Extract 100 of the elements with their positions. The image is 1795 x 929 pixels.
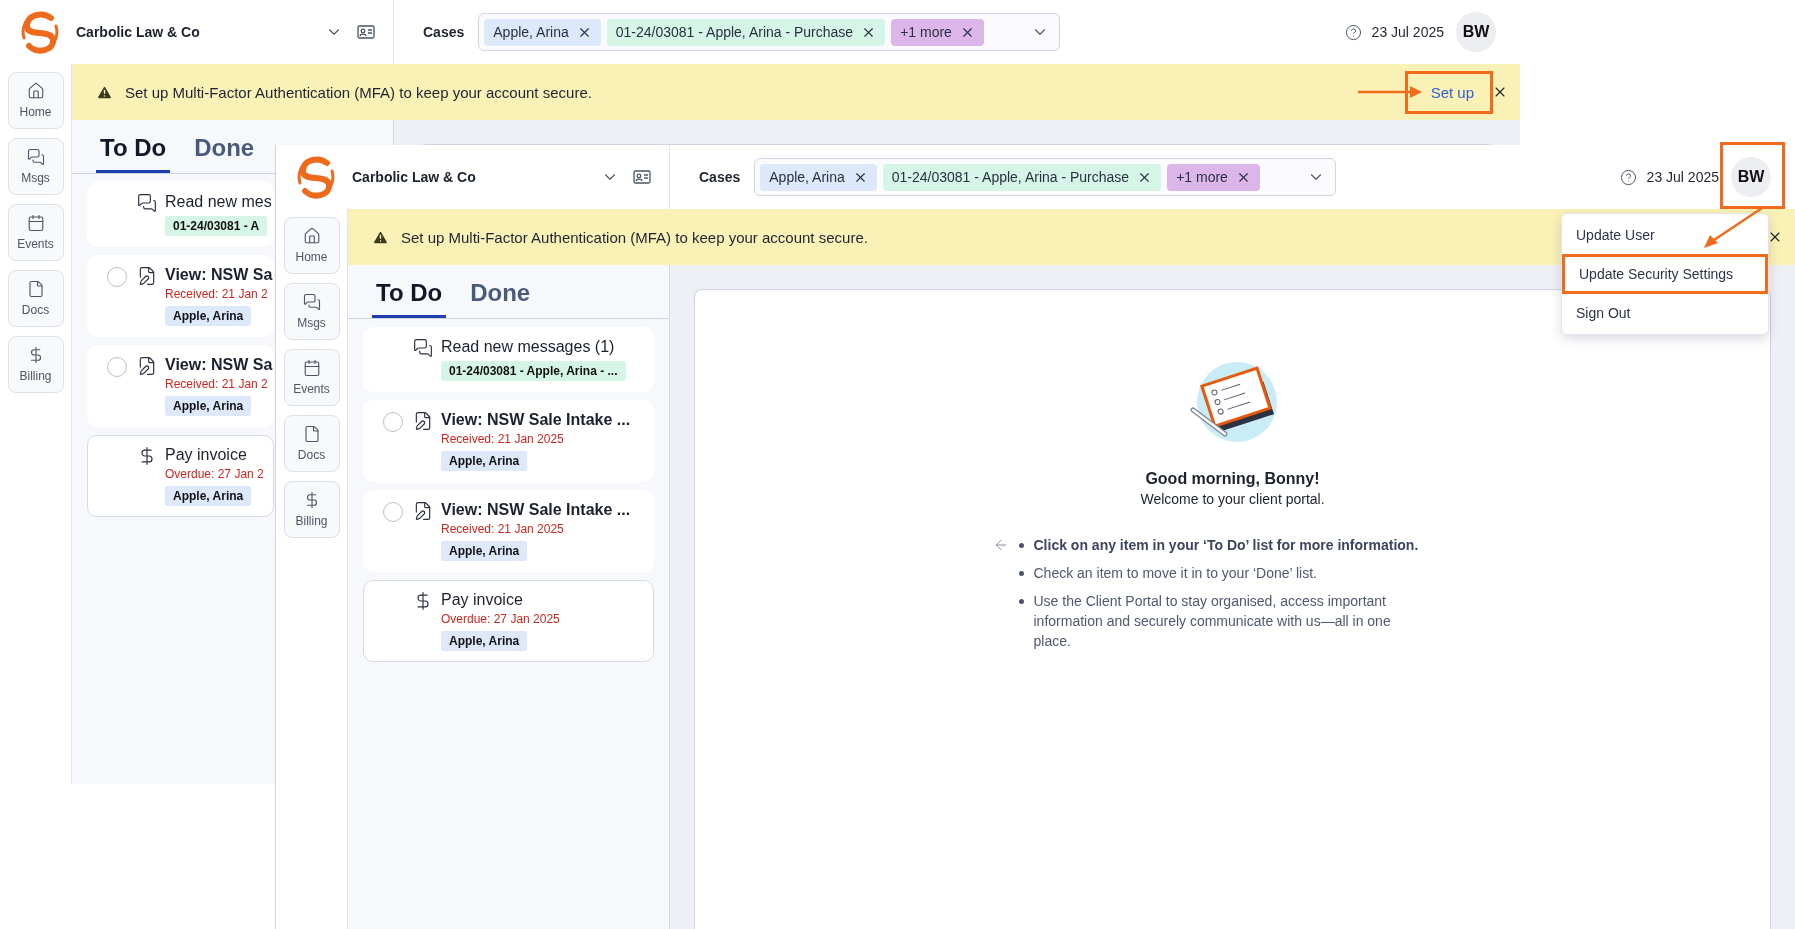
highlight-frame — [1720, 142, 1785, 209]
todo-title: View: NSW Sa — [165, 266, 273, 284]
due-status: Received: 21 Jan 2025 — [441, 522, 564, 536]
nav-button[interactable]: Docs — [283, 415, 340, 472]
checkbox-circle[interactable] — [383, 502, 403, 522]
annotation-arrow — [1358, 84, 1424, 100]
calendar-icon — [26, 214, 45, 232]
chat-bubbles-icon — [302, 293, 321, 311]
chip-label: 01-24/03081 - Apple, Arina - Purchase — [615, 24, 854, 40]
chat-bubbles-icon — [413, 338, 433, 358]
case-tag: Apple, Arina — [441, 631, 528, 651]
menu-item[interactable]: Sign Out — [1562, 296, 1768, 330]
firm-name: Carbolic Law & Co — [352, 169, 477, 185]
document-icon — [26, 280, 45, 298]
nav-button[interactable]: Msgs — [7, 138, 64, 195]
todo-title: Pay invoice — [441, 591, 523, 609]
case-tag: 01-24/03081 - A — [165, 216, 268, 236]
checkbox-circle[interactable] — [383, 412, 403, 432]
case-tag: Apple, Arina — [165, 486, 252, 506]
due-status: Overdue: 27 Jan 2025 — [441, 612, 560, 626]
tip-text: Use the Client Portal to stay organised, access important information and securely communicate with us—all in one place. — [1033, 592, 1392, 651]
nav-button[interactable]: Billing — [283, 481, 340, 538]
checkbox-circle[interactable] — [107, 357, 127, 377]
id-card-icon[interactable] — [633, 170, 651, 184]
todo-card[interactable]: Read new messages (1) 01-24/03081 - Apple, Arina - ... — [363, 327, 654, 392]
chat-bubbles-icon — [137, 193, 157, 213]
nav-button[interactable]: Home — [283, 217, 340, 274]
id-card-icon[interactable] — [357, 25, 375, 39]
due-status: Received: 21 Jan 2025 — [441, 432, 564, 446]
chat-bubbles-icon — [26, 148, 45, 166]
todo-title: View: NSW Sale Intake ... — [441, 411, 631, 429]
nav-button[interactable]: Events — [283, 349, 340, 406]
chip-label: 01-24/03081 - Apple, Arina - Purchase — [891, 169, 1130, 185]
greeting-subtitle: Welcome to your client portal. — [1140, 491, 1325, 507]
todo-title: View: NSW Sale Intake ... — [441, 501, 631, 519]
nav-button[interactable]: Events — [7, 204, 64, 261]
document-pen-icon — [137, 356, 157, 376]
document-pen-icon — [413, 501, 433, 521]
setup-link[interactable]: Set up — [1430, 83, 1474, 101]
document-icon — [302, 425, 321, 443]
avatar-button[interactable]: BW — [1731, 157, 1771, 197]
tab[interactable]: To Do — [372, 279, 447, 318]
menu-item[interactable]: Update Security Settings — [1565, 257, 1765, 291]
chip-label: Apple, Arina — [493, 24, 569, 40]
chip-label: +1 more — [1176, 169, 1228, 185]
nav-button[interactable]: Billing — [7, 336, 64, 393]
todo-card[interactable]: Read new mes 01-24/03081 - A — [87, 182, 274, 247]
document-pen-icon — [137, 266, 157, 286]
tab[interactable]: Done — [190, 134, 259, 173]
bullet-dot — [1018, 571, 1024, 576]
todo-card[interactable]: View: NSW Sale Intake ... Received: 21 Jan 2025 Apple, Arina — [363, 490, 654, 572]
firm-name: Carbolic Law & Co — [76, 24, 201, 40]
todo-title: Pay invoice — [165, 446, 247, 464]
case-tag: Apple, Arina — [441, 541, 528, 561]
cases-select[interactable]: Apple, Arina 01-24/03081 - Apple, Arina - Purchase +1 more — [478, 13, 1061, 51]
help-icon[interactable] — [1344, 23, 1362, 41]
checkbox-circle[interactable] — [107, 267, 127, 287]
date-text: 23 Jul 2025 — [1371, 24, 1444, 40]
case-tag: Apple, Arina — [165, 306, 252, 326]
case-tag: 01-24/03081 - Apple, Arina - ... — [441, 361, 626, 381]
todo-title: Read new mes — [165, 193, 272, 211]
home-icon — [26, 82, 45, 100]
todo-card[interactable]: Pay invoice Overdue: 27 Jan 2025 Apple, Arina — [363, 580, 654, 662]
nav-button[interactable]: Docs — [7, 270, 64, 327]
todo-title: View: NSW Sa — [165, 356, 273, 374]
due-status: Received: 21 Jan 2 — [165, 377, 268, 391]
nav-button[interactable]: Msgs — [283, 283, 340, 340]
todo-card[interactable]: View: NSW Sa Received: 21 Jan 2 Apple, Arina — [87, 255, 274, 337]
warning-icon — [96, 83, 113, 101]
bullet-dot — [1018, 543, 1024, 548]
tab[interactable]: Done — [466, 279, 535, 318]
date-text: 23 Jul 2025 — [1646, 169, 1719, 185]
case-tag: Apple, Arina — [441, 451, 528, 471]
todo-card[interactable]: Pay invoice Overdue: 27 Jan 2 Apple, Arina — [87, 435, 274, 517]
cases-select[interactable]: Apple, Arina 01-24/03081 - Apple, Arina - Purchase +1 more — [754, 158, 1337, 196]
chip-label: Apple, Arina — [769, 169, 845, 185]
due-status: Overdue: 27 Jan 2 — [165, 467, 264, 481]
todo-card[interactable]: View: NSW Sa Received: 21 Jan 2 Apple, Arina — [87, 345, 274, 427]
todo-title: Read new messages (1) — [441, 338, 615, 356]
help-icon[interactable] — [1619, 168, 1637, 186]
home-icon — [302, 227, 321, 245]
document-pen-icon — [413, 411, 433, 431]
case-tag: Apple, Arina — [165, 396, 252, 416]
tip-text: Click on any item in your ‘To Do’ list for more information. — [1033, 536, 1419, 555]
tab[interactable]: To Do — [96, 134, 171, 173]
banner-text: Set up Multi-Factor Authentication (MFA) to keep your account secure. — [401, 228, 868, 246]
greeting-title: Good morning, Bonny! — [1145, 470, 1320, 488]
menu-item[interactable]: Update User — [1562, 218, 1768, 252]
warning-icon — [372, 228, 389, 246]
nav-button[interactable]: Home — [7, 72, 64, 129]
bullet-dot — [1018, 599, 1024, 604]
avatar-button[interactable]: BW — [1456, 12, 1496, 52]
calendar-icon — [302, 359, 321, 377]
todo-card[interactable]: View: NSW Sale Intake ... Received: 21 Jan 2025 Apple, Arina — [363, 400, 654, 482]
chip-label: +1 more — [900, 24, 952, 40]
cases-label: Cases — [423, 24, 465, 40]
banner-text: Set up Multi-Factor Authentication (MFA) to keep your account secure. — [125, 83, 592, 101]
tip-text: Check an item to move it in to your ‘Done’ list. — [1033, 564, 1317, 583]
cases-label: Cases — [699, 169, 741, 185]
due-status: Received: 21 Jan 2 — [165, 287, 268, 301]
